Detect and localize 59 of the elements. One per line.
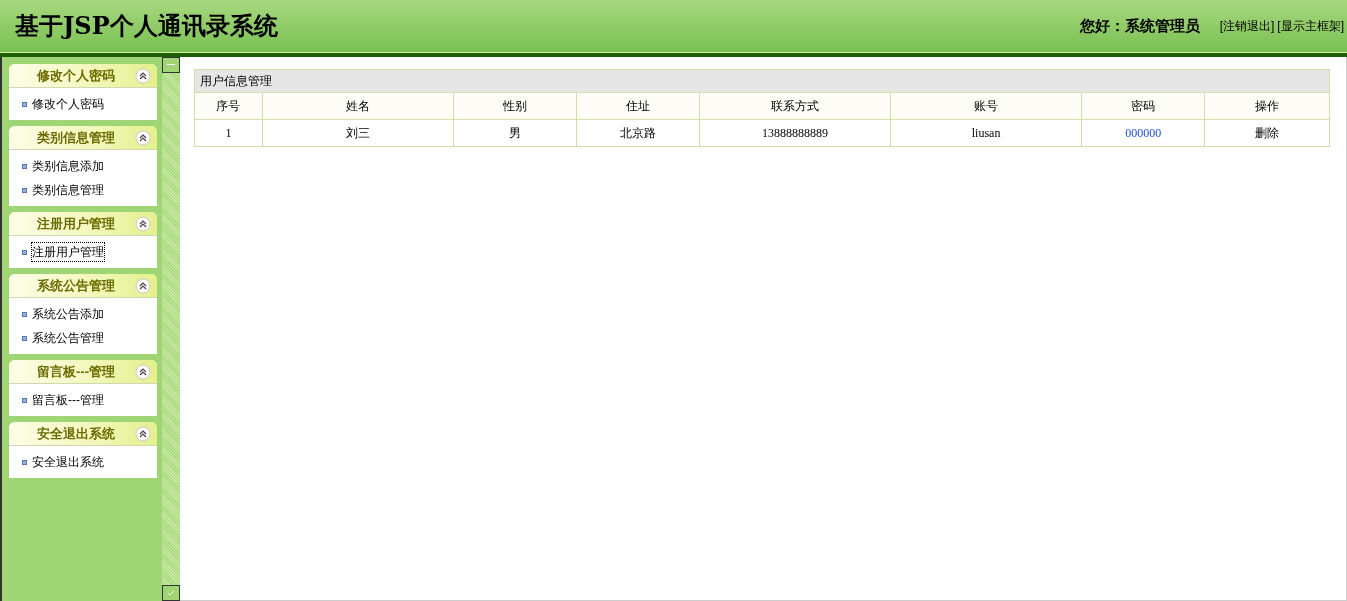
column-header: 序号 (215, 98, 242, 115)
menu-link[interactable]: 系统公告添加 (32, 305, 104, 323)
app-title: 基于JSP个人通讯录系统 (15, 10, 278, 42)
column-header: 住址 (576, 93, 700, 119)
menu-link[interactable]: 系统公告管理 (32, 329, 104, 347)
panel-title: 类别信息管理 (36, 128, 116, 147)
collapse-icon[interactable] (135, 425, 151, 442)
column-header: 操作 (1204, 93, 1329, 119)
bullet-icon (22, 311, 27, 317)
collapse-icon[interactable] (135, 363, 151, 380)
table-cell: liusan (889, 120, 1082, 146)
column-header: 姓名 (261, 93, 453, 119)
bullet-icon (22, 101, 27, 107)
panel-header[interactable]: 注册用户管理 (9, 212, 157, 236)
panel-header[interactable]: 安全退出系统 (9, 422, 157, 446)
table-cell-text: 1 (224, 125, 233, 142)
expand-button[interactable] (162, 585, 180, 601)
panel-title: 安全退出系统 (36, 424, 116, 443)
column-header: 账号 (889, 93, 1082, 119)
menu-link[interactable]: 类别信息管理 (32, 181, 104, 199)
bullet-icon (22, 459, 27, 465)
header-link[interactable]: [显示主框架] (1277, 17, 1344, 35)
bullet-icon (22, 335, 27, 341)
table-cell: 13888888889 (699, 120, 890, 146)
bullet-icon (22, 397, 27, 403)
panel-header[interactable]: 系统公告管理 (9, 274, 157, 298)
greeting: 您好：系统管理员 (1079, 15, 1200, 36)
delete-link[interactable]: 删除 (1204, 120, 1329, 146)
menu-link[interactable]: 留言板---管理 (32, 391, 104, 409)
minus-icon (167, 64, 175, 66)
collapse-icon[interactable] (135, 129, 151, 146)
table-cell: 北京路 (576, 120, 700, 146)
panel-header[interactable]: 留言板---管理 (9, 360, 157, 384)
menu-link[interactable]: 安全退出系统 (32, 453, 104, 471)
panel-title: 注册用户管理 (36, 214, 116, 233)
bullet-icon (22, 187, 27, 193)
collapse-button[interactable] (162, 57, 180, 73)
table-title: 用户信息管理 (195, 70, 1329, 93)
panel-title: 修改个人密码 (35, 66, 116, 85)
panel-title: 留言板---管理 (36, 362, 116, 381)
bullet-icon (22, 249, 27, 255)
panel-title: 系统公告管理 (36, 276, 116, 295)
column-header: 联系方式 (699, 93, 890, 119)
collapse-icon[interactable] (135, 215, 151, 232)
collapse-icon[interactable] (135, 67, 151, 84)
table-cell: 刘三 (261, 120, 453, 146)
table-cell: 男 (452, 120, 577, 146)
menu-link[interactable]: 注册用户管理 (32, 243, 104, 261)
password-link[interactable]: 000000 (1081, 120, 1205, 146)
bullet-icon (22, 163, 27, 169)
menu-link[interactable]: 类别信息添加 (32, 157, 104, 175)
check-icon (167, 590, 175, 596)
panel-header[interactable]: 类别信息管理 (9, 126, 157, 150)
collapse-icon[interactable] (135, 277, 151, 294)
menu-link[interactable]: 修改个人密码 (32, 95, 104, 113)
column-header: 性别 (452, 93, 577, 119)
column-header: 密码 (1081, 93, 1205, 119)
panel-header[interactable]: 修改个人密码 (9, 64, 157, 88)
header-link[interactable]: [注销退出] (1219, 17, 1275, 35)
